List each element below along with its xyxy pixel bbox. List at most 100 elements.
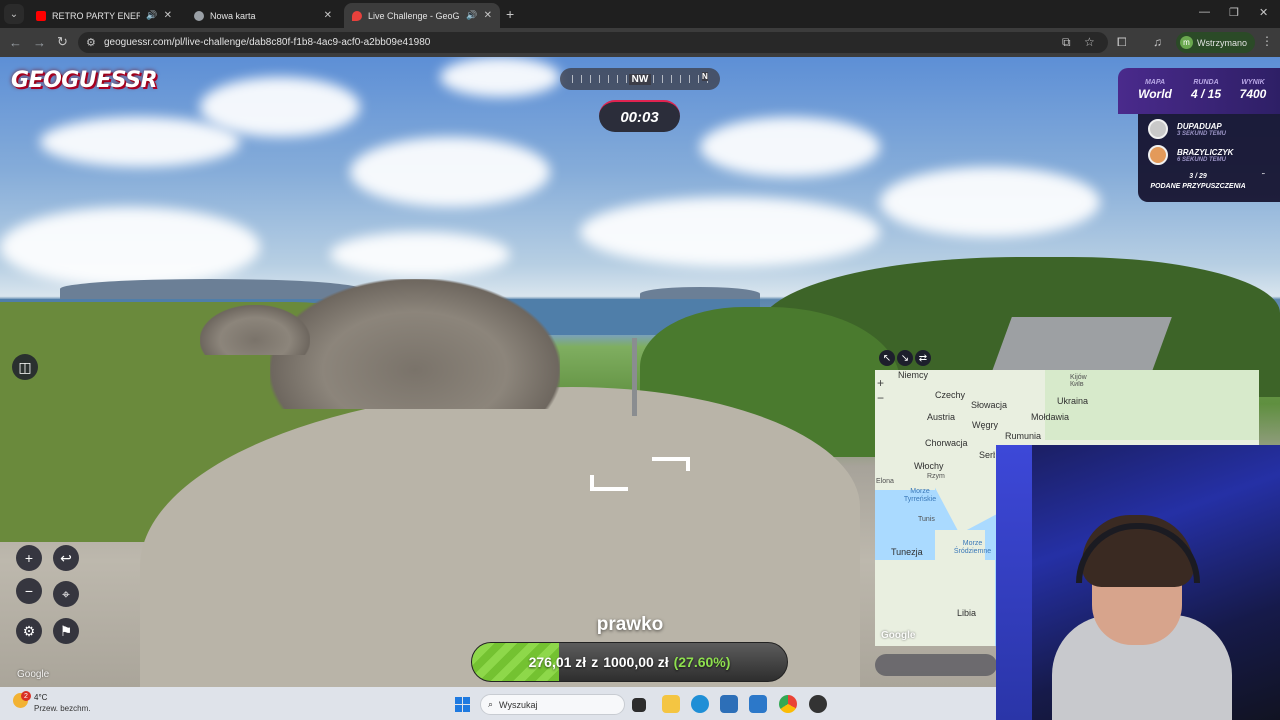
move-arrow-icon[interactable]: [652, 457, 690, 471]
country-label: Włochy: [914, 461, 944, 471]
site-settings-icon[interactable]: ⚙: [86, 36, 96, 49]
donation-progress-bar: 276,01 zł z 1000,00 zł (27.60%): [471, 642, 788, 682]
country-label: Niemcy: [898, 370, 929, 380]
taskbar-search[interactable]: ⌕ Wyszukaj: [480, 694, 625, 715]
tab-title: Nowa karta: [210, 10, 256, 21]
tab-youtube[interactable]: RETRO PARTY ENERGY 200 🔊 ✕: [28, 3, 180, 28]
cloud: [580, 197, 880, 267]
address-bar[interactable]: ⚙ geoguessr.com/pl/live-challenge/dab8c8…: [78, 32, 1108, 53]
guess-button[interactable]: [875, 654, 997, 676]
return-to-start-pin-icon[interactable]: ⌖: [53, 581, 79, 607]
status-map: MAPA World: [1132, 79, 1178, 101]
webcam-light: [996, 445, 1032, 720]
windows-start-icon[interactable]: [455, 697, 470, 712]
outlook-icon[interactable]: [749, 695, 767, 713]
country-label: Słowacja: [971, 400, 1008, 410]
status-round-label: RUNDA: [1193, 79, 1219, 86]
speaker-icon[interactable]: 🔊: [146, 10, 157, 21]
geoguessr-favicon-icon: [352, 10, 362, 21]
browser-tab-bar: ⌄ RETRO PARTY ENERGY 200 🔊 ✕ Nowa karta …: [0, 0, 1280, 28]
city-label: Elona: [876, 478, 894, 485]
geoguessr-logo[interactable]: GEOGUESSR: [11, 68, 158, 93]
close-tab-icon[interactable]: ✕: [484, 10, 492, 21]
tab-new[interactable]: Nowa karta ✕: [186, 3, 340, 28]
status-score-label: WYNIK: [1241, 79, 1265, 86]
forward-arrow-icon[interactable]: →: [33, 35, 46, 50]
bookmark-star-icon[interactable]: ☆: [1084, 35, 1095, 49]
player-avatar: [1148, 145, 1168, 165]
country-label: Libia: [957, 608, 977, 618]
compass: NW N: [560, 68, 720, 90]
profile-chip[interactable]: m Wstrzymano: [1176, 32, 1256, 53]
country-label: Austria: [927, 412, 956, 422]
zoom-in-icon[interactable]: +: [16, 545, 42, 571]
minimize-icon[interactable]: —: [1199, 6, 1210, 18]
streamer-webcam: [996, 445, 1280, 720]
undo-move-icon[interactable]: ↩: [53, 545, 79, 571]
city-label: Rzym: [927, 473, 945, 480]
cast-icon[interactable]: ⧉: [1062, 35, 1071, 50]
restore-icon[interactable]: ❐: [1229, 6, 1239, 19]
obs-app-icon[interactable]: [809, 695, 827, 713]
compass-heading: NW: [628, 73, 652, 85]
weather-temperature[interactable]: 4°C: [34, 693, 47, 702]
player-entry: BRAZYLICZYK 6 SEKUND TEMU: [1148, 144, 1233, 166]
donation-progress-text: 276,01 zł z 1000,00 zł (27.60%): [472, 643, 787, 681]
menu-kebab-icon[interactable]: ⋮: [1261, 34, 1273, 48]
sea-label: Morze Śródziemne: [953, 540, 992, 555]
status-map-label: MAPA: [1144, 79, 1166, 86]
player-name: DUPADUAP: [1177, 121, 1222, 131]
country-label: Serbia: [979, 450, 995, 460]
move-arrow-icon[interactable]: [590, 475, 628, 491]
collapse-chevron-icon[interactable]: ˜: [1262, 172, 1265, 181]
donation-percent: (27.60%): [673, 654, 731, 670]
store-icon[interactable]: [720, 695, 738, 713]
back-arrow-icon[interactable]: ←: [9, 35, 22, 50]
map-expand-icon[interactable]: ↖: [879, 350, 895, 366]
tab-geoguessr[interactable]: Live Challenge - GeoGuessr 🔊 ✕: [344, 3, 500, 28]
speaker-icon[interactable]: 🔊: [466, 10, 477, 21]
guess-count: 3 / 29 PODANE PRZYPUSZCZENIA: [1138, 172, 1258, 192]
donation-connector: z: [591, 654, 599, 670]
layers-icon[interactable]: ◫: [12, 354, 38, 380]
map-pin-icon[interactable]: ⇄: [915, 350, 931, 366]
tab-title: Live Challenge - GeoGuessr: [368, 10, 460, 21]
chrome-icon[interactable]: [779, 695, 797, 713]
player-entry: DUPADUAP 3 SEKUND TEMU: [1148, 118, 1226, 140]
country-label: Ukraina: [1057, 396, 1089, 406]
cloud: [200, 77, 360, 137]
map-zoom-controls[interactable]: + −: [877, 376, 884, 406]
gravel-pile-small: [200, 305, 310, 355]
map-shrink-icon[interactable]: ↘: [897, 350, 913, 366]
weather-badge: 2: [21, 691, 31, 701]
settings-gear-icon[interactable]: ⚙: [16, 618, 42, 644]
status-map-value: World: [1138, 87, 1172, 101]
status-round: RUNDA 4 / 15: [1182, 79, 1230, 101]
tab-search-chevron-icon[interactable]: ⌄: [4, 4, 24, 24]
edge-browser-icon[interactable]: [691, 695, 709, 713]
sea-label: Morze Tyrreńskie: [903, 488, 937, 503]
cloud: [880, 167, 1100, 237]
weather-description[interactable]: Przew. bezchm.: [34, 704, 90, 713]
cloud: [330, 232, 510, 277]
search-placeholder: Wyszukaj: [499, 699, 538, 710]
new-tab-plus-icon[interactable]: +: [506, 6, 514, 22]
round-timer: 00:03: [599, 100, 680, 132]
task-view-icon[interactable]: [632, 698, 646, 712]
close-tab-icon[interactable]: ✕: [324, 10, 332, 21]
guess-count-label: PODANE PRZYPUSZCZENIA: [1150, 183, 1246, 190]
extensions-puzzle-icon[interactable]: ⧠: [1117, 35, 1127, 50]
reload-icon[interactable]: ↻: [57, 34, 68, 50]
game-status-card: MAPA World RUNDA 4 / 15 WYNIK 7400: [1118, 68, 1280, 114]
close-window-icon[interactable]: ✕: [1259, 6, 1268, 19]
cloud: [0, 207, 260, 287]
google-streetview-watermark: Google: [17, 669, 50, 680]
file-explorer-icon[interactable]: [662, 695, 680, 713]
zoom-out-icon[interactable]: −: [16, 578, 42, 604]
youtube-favicon-icon: [36, 10, 46, 21]
city-label: Kijów Київ: [1070, 374, 1087, 388]
flag-icon[interactable]: ⚑: [53, 618, 79, 644]
country-label: Chorwacja: [925, 438, 968, 448]
close-tab-icon[interactable]: ✕: [164, 10, 172, 21]
media-control-icon[interactable]: ♫: [1153, 35, 1162, 49]
